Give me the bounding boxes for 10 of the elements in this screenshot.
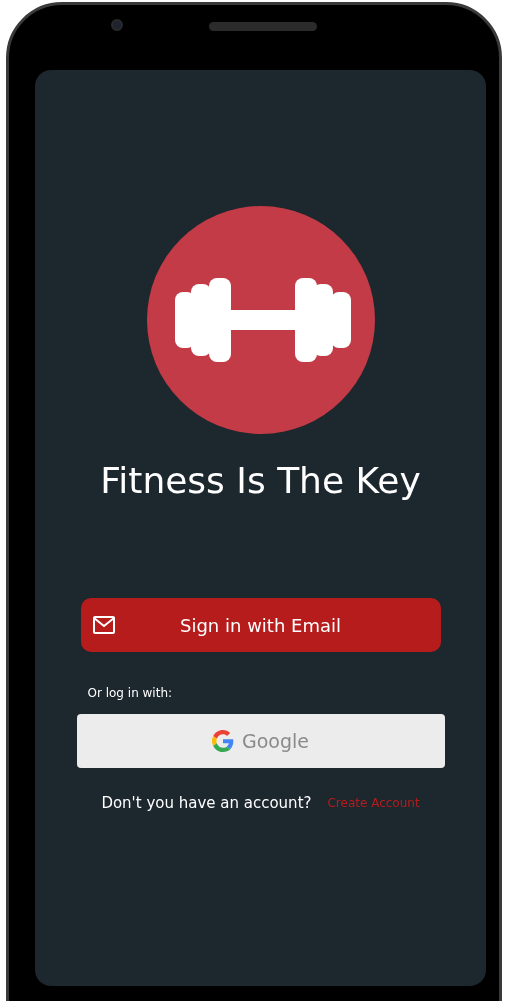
alt-login-label: Or log in with: (87, 686, 173, 700)
create-account-link[interactable]: Create Account (327, 794, 420, 813)
google-logo-icon (212, 730, 234, 752)
google-sign-in-button[interactable]: Google (76, 714, 445, 768)
dumbbell-logo-icon (146, 206, 375, 434)
app-title: Fitness Is The Key (100, 459, 421, 503)
mail-icon (92, 616, 115, 634)
signup-prompt: Don't you have an account? (101, 793, 312, 814)
camera-icon (111, 19, 123, 31)
email-sign-in-button[interactable]: Sign in with Email (80, 598, 441, 652)
